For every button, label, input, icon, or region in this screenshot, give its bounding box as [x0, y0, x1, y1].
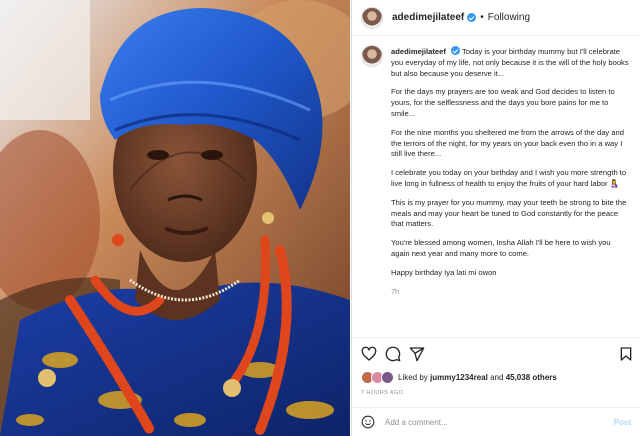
- likes-prefix: Liked by: [398, 373, 428, 382]
- comments-section[interactable]: adedimejilateef Today is your birthday m…: [352, 37, 640, 337]
- post-photo: [0, 0, 350, 436]
- portrait-image: [0, 0, 350, 436]
- action-bar: Liked by jummy1234real and 45,038 others…: [352, 337, 640, 407]
- heart-icon[interactable]: [361, 346, 377, 362]
- caption-timestamp[interactable]: 7h: [391, 287, 629, 298]
- caption-paragraph-6: You're blessed among women, Insha Allah …: [391, 238, 611, 258]
- caption-paragraph-5: This is my prayer for you mummy, may you…: [391, 197, 627, 229]
- post-timestamp[interactable]: 7 HOURS AGO: [361, 390, 403, 396]
- header-separator: •: [480, 12, 484, 23]
- likes-and: and: [490, 373, 504, 382]
- bookmark-icon[interactable]: [618, 346, 634, 362]
- post-details-panel: adedimejilateef • Following adedimejilat…: [351, 0, 640, 436]
- avatar[interactable]: [361, 6, 383, 29]
- comment-icon[interactable]: [385, 346, 401, 362]
- comment-input[interactable]: [383, 416, 597, 428]
- caption-paragraph-7: Happy birthday Iya lati mi owon: [391, 267, 497, 277]
- add-comment-bar: Post: [352, 407, 640, 436]
- likes-count-link[interactable]: 45,038 others: [506, 373, 557, 382]
- liker-avatar[interactable]: [381, 371, 394, 384]
- post-header: adedimejilateef • Following: [352, 0, 640, 36]
- caption-avatar[interactable]: [361, 45, 383, 67]
- likes-user-link[interactable]: jummy1234real: [430, 373, 488, 382]
- verified-icon: [467, 13, 477, 22]
- likes-summary: Liked by jummy1234real and 45,038 others: [398, 373, 557, 382]
- post-comment-button[interactable]: Post: [614, 418, 631, 427]
- header-username[interactable]: adedimejilateef: [392, 12, 464, 23]
- following-button[interactable]: Following: [488, 12, 530, 23]
- verified-icon: [451, 46, 460, 55]
- emoji-icon[interactable]: [361, 415, 375, 429]
- post-modal: adedimejilateef • Following adedimejilat…: [0, 0, 640, 436]
- likes-row: Liked by jummy1234real and 45,038 others: [361, 371, 557, 384]
- post-caption: adedimejilateef Today is your birthday m…: [391, 46, 629, 297]
- caption-paragraph-3: For the nine months you sheltered me fro…: [391, 127, 624, 159]
- share-icon[interactable]: [409, 346, 425, 362]
- caption-username[interactable]: adedimejilateef: [391, 47, 446, 56]
- caption-paragraph-4: I celebrate you today on your birthday a…: [391, 168, 627, 188]
- caption-paragraph-2: For the days my prayers are too weak and…: [391, 87, 615, 118]
